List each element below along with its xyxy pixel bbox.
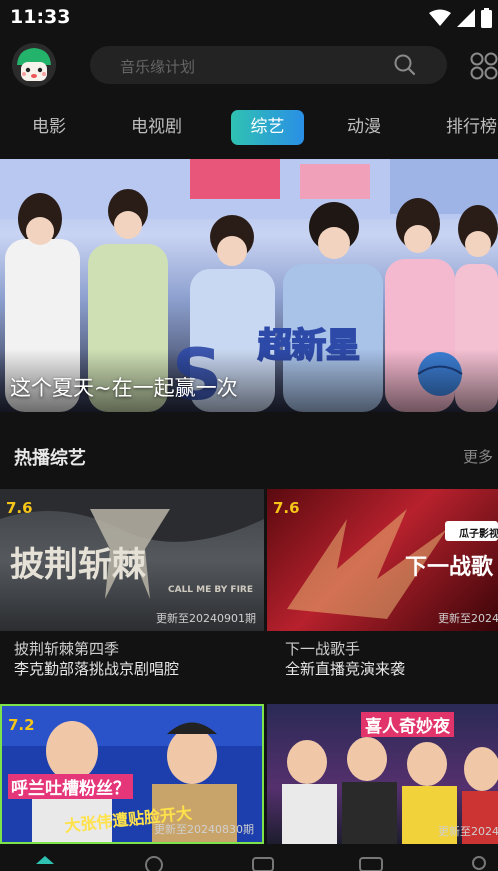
wifi-icon <box>429 9 451 26</box>
live-icon[interactable] <box>358 854 384 871</box>
poster-title: 下一战歌 <box>405 555 494 580</box>
poster-subtitle: CALL ME BY FIRE <box>168 585 254 595</box>
variety-card-2[interactable]: 7.6 瓜子影视 下一战歌 更新至20240901期 <box>267 489 498 631</box>
profile-icon[interactable] <box>468 854 490 871</box>
search-icon[interactable] <box>393 53 417 77</box>
grid-menu-icon[interactable] <box>470 52 498 80</box>
banner-caption: 这个夏天~在一起赢一次 <box>10 376 238 400</box>
poster-brand: 瓜子影视 <box>459 529 498 540</box>
poster-title: 呼兰吐槽粉丝？ <box>8 774 133 799</box>
video-icon[interactable] <box>251 854 275 871</box>
tab-movie[interactable]: 电影 <box>32 112 66 137</box>
rating-badge: 7.6 <box>6 499 33 517</box>
bottom-nav <box>0 848 498 871</box>
battery-icon <box>481 8 492 28</box>
variety-card-3[interactable]: 7.2 呼兰吐槽粉丝？ 大张伟遭贴脸开大 更新至20240830期 <box>0 704 264 844</box>
tab-anime[interactable]: 动漫 <box>347 112 381 137</box>
avatar[interactable] <box>12 43 56 87</box>
status-bar: 11:33 <box>0 0 498 36</box>
hero-banner[interactable]: S 超新星 这个夏天~在一起赢一次 <box>0 159 498 412</box>
tab-variety[interactable]: 综艺 <box>231 110 304 145</box>
variety-card-1[interactable]: 7.6 披荆斩棘 CALL ME BY FIRE 更新至20240901期 <box>0 489 264 631</box>
app-header: 音乐缘计划 <box>0 36 498 96</box>
tab-tv-series[interactable]: 电视剧 <box>131 112 182 137</box>
update-status: 更新至20240901期 <box>438 825 498 838</box>
mascot-icon <box>12 43 56 87</box>
section-title: 热播综艺 <box>14 448 86 469</box>
card-title[interactable]: 下一战歌手 <box>285 638 360 659</box>
more-link[interactable]: 更多 <box>463 446 493 467</box>
card-subtitle: 全新直播竞演来袭 <box>285 660 406 678</box>
rating-badge: 7.2 <box>8 716 35 734</box>
status-time: 11:33 <box>10 6 71 28</box>
update-status: 更新至20240901期 <box>156 612 256 625</box>
poster-title: 喜人奇妙夜 <box>361 712 454 737</box>
card-title[interactable]: 披荆斩棘第四季 <box>14 638 119 659</box>
tab-ranking[interactable]: 排行榜 <box>446 112 497 137</box>
search-input[interactable]: 音乐缘计划 <box>90 46 447 84</box>
rating-badge: 7.6 <box>273 499 300 517</box>
status-icons <box>429 7 492 29</box>
home-icon[interactable] <box>34 854 56 871</box>
update-status: 更新至20240830期 <box>154 823 254 836</box>
signal-icon <box>457 9 475 27</box>
update-status: 更新至20240901期 <box>438 612 498 625</box>
card-subtitle: 李克勤部落挑战京剧唱腔 <box>14 660 180 678</box>
category-tabs: 电影 电视剧 综艺 动漫 排行榜 <box>0 108 498 150</box>
search-placeholder: 音乐缘计划 <box>120 58 196 76</box>
discover-icon[interactable] <box>143 854 165 871</box>
poster-title: 披荆斩棘 <box>10 545 146 585</box>
variety-card-4[interactable]: 喜人奇妙夜 更新至20240901期 <box>267 704 498 844</box>
